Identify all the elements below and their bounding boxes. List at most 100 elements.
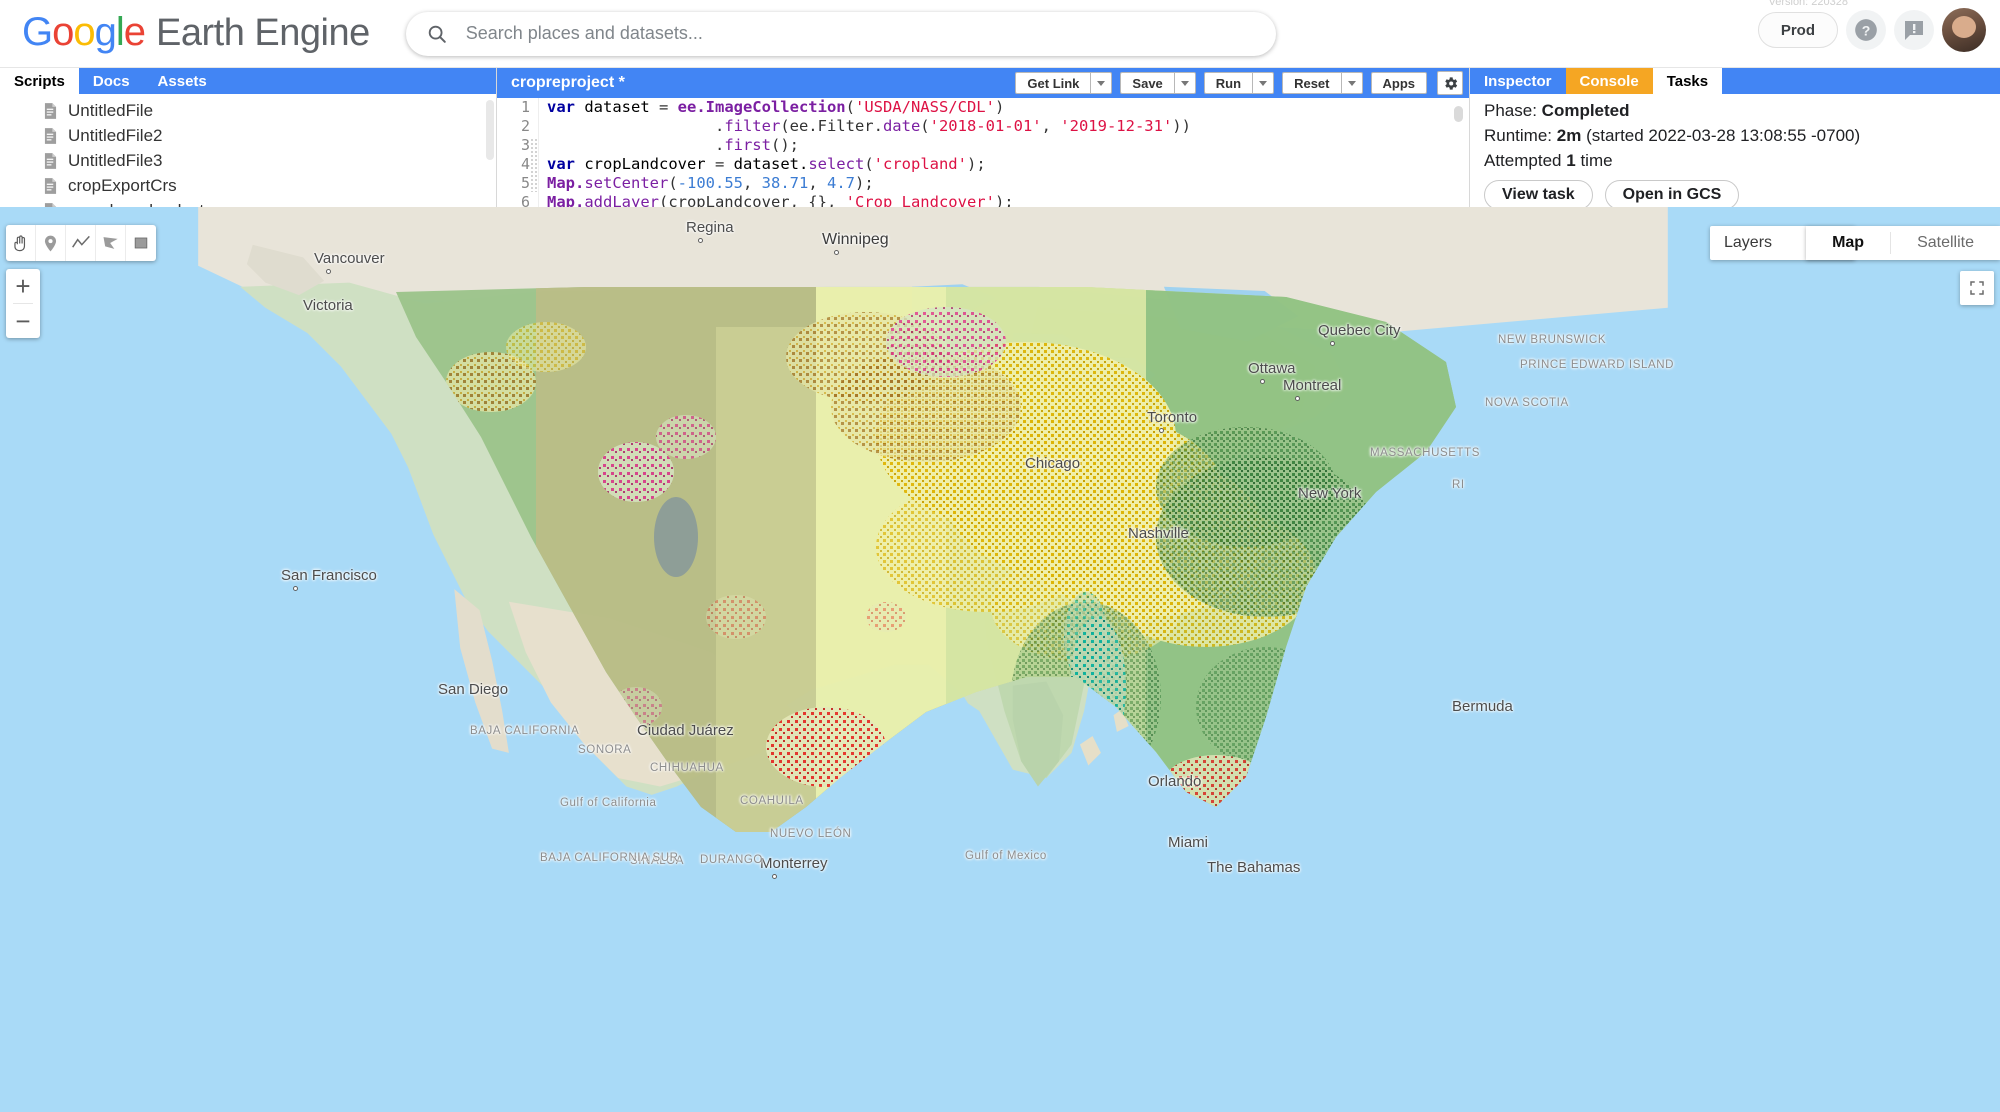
attempted-suffix: time <box>1580 151 1613 170</box>
code-toolbar: cropreproject * Get Link Save Run Reset Apps <box>497 68 1469 98</box>
map-region-label: NOVA SCOTIA <box>1485 397 1569 409</box>
rectangle-icon[interactable] <box>126 225 156 261</box>
right-panel-tab-inspector[interactable]: Inspector <box>1470 68 1566 94</box>
map-region-label: COAHUILA <box>740 795 804 807</box>
save-button[interactable]: Save <box>1120 72 1174 94</box>
file-icon <box>44 102 57 119</box>
attempted-prefix: Attempted <box>1484 151 1562 170</box>
script-item-label: UntitledFile <box>68 100 154 120</box>
code-token: ee.ImageCollection <box>677 98 846 116</box>
code-token: dataset. <box>733 155 809 173</box>
open-in-gcs-button[interactable]: Open in GCS <box>1604 180 1740 210</box>
google-logo-letter-1: o <box>52 10 74 54</box>
help-icon[interactable]: ? <box>1846 10 1886 50</box>
scripts-scrollbar[interactable] <box>486 100 494 160</box>
map-city-label: Ottawa <box>1248 360 1296 377</box>
map-city-label: Montreal <box>1283 377 1342 394</box>
zoom-in-button[interactable]: + <box>6 269 40 303</box>
code-token: ); <box>966 155 986 173</box>
avatar[interactable] <box>1942 8 1986 52</box>
basemap-satellite-button[interactable]: Satellite <box>1891 226 2000 260</box>
scripts-tab-assets[interactable]: Assets <box>144 68 221 94</box>
apps-button[interactable]: Apps <box>1370 72 1427 94</box>
code-line-4[interactable]: var cropLandcover = dataset.select('crop… <box>539 155 1469 174</box>
map-city-dot <box>326 269 331 274</box>
scripts-tab-scripts[interactable]: Scripts <box>0 68 79 94</box>
runtime-value: 2m <box>1556 126 1582 145</box>
attempted-count: 1 <box>1566 151 1576 170</box>
map-viewport[interactable]: Regina Winnipeg Vancouver Victoria Quebec Ci… <box>0 207 2000 1112</box>
view-task-button[interactable]: View task <box>1484 180 1593 210</box>
map-city-label: Bermuda <box>1452 698 1513 715</box>
code-token: dataset <box>584 98 659 116</box>
gear-icon[interactable] <box>1437 71 1463 95</box>
right-panel-tab-tasks[interactable]: Tasks <box>1652 68 1723 94</box>
runtime-label: Runtime: <box>1484 126 1553 145</box>
run-button[interactable]: Run <box>1203 72 1253 94</box>
map-city-label: Vancouver <box>314 250 385 267</box>
code-token: = <box>714 155 734 173</box>
version-label: Version: 220328 <box>1768 0 1848 8</box>
script-list-item[interactable]: UntitledFile <box>0 98 496 123</box>
get-link-dropdown-caret[interactable] <box>1090 72 1113 94</box>
code-drag-handle[interactable] <box>530 138 539 192</box>
feedback-icon[interactable] <box>1894 10 1934 50</box>
run-dropdown-caret[interactable] <box>1252 72 1275 94</box>
map-city-label: Victoria <box>303 297 353 314</box>
map-city-dot <box>1330 341 1335 346</box>
code-token: 'cropland' <box>873 155 967 173</box>
save-dropdown-caret[interactable] <box>1173 72 1196 94</box>
code-token: 'USDA/NASS/CDL' <box>854 98 995 116</box>
app-logo[interactable]: Google Earth Engine <box>22 12 370 55</box>
reset-button[interactable]: Reset <box>1282 72 1341 94</box>
google-logo-letter-0: G <box>22 10 53 54</box>
get-link-split-button[interactable]: Get Link <box>1015 72 1113 94</box>
zoom-out-button[interactable]: − <box>6 304 40 338</box>
polygon-icon[interactable] <box>96 225 126 261</box>
prod-environment-chip[interactable]: Prod <box>1757 12 1838 48</box>
script-item-label: UntitledFile3 <box>68 150 163 170</box>
file-icon <box>44 177 57 194</box>
code-toolbar-buttons: Get Link Save Run Reset Apps <box>1015 72 1435 94</box>
search-input[interactable] <box>465 23 1276 44</box>
file-icon <box>44 152 57 169</box>
map-region-label: PRINCE EDWARD ISLAND <box>1520 359 1675 371</box>
reset-dropdown-caret[interactable] <box>1340 72 1363 94</box>
code-token: '2018-01-01' <box>929 117 1042 135</box>
map-region-label: DURANGO <box>700 854 763 866</box>
code-token: (); <box>770 136 799 154</box>
save-split-button[interactable]: Save <box>1120 72 1196 94</box>
marker-pin-icon[interactable] <box>36 225 66 261</box>
script-list-item[interactable]: UntitledFile3 <box>0 148 496 173</box>
code-line-1[interactable]: var dataset = ee.ImageCollection('USDA/N… <box>539 98 1469 117</box>
fullscreen-icon[interactable] <box>1960 271 1994 305</box>
map-region-label: RI <box>1452 479 1465 491</box>
google-logo-letter-4: l <box>115 10 125 54</box>
map-region-label: BAJA CALIFORNIA <box>470 725 580 737</box>
code-token: , <box>1041 117 1061 135</box>
svg-text:?: ? <box>1862 22 1871 38</box>
code-line-2[interactable]: .filter(ee.Filter.date('2018-01-01', '20… <box>539 117 1469 136</box>
script-list-item[interactable]: UntitledFile2 <box>0 123 496 148</box>
pan-hand-icon[interactable] <box>6 225 36 261</box>
get-link-button[interactable]: Get Link <box>1015 72 1091 94</box>
scripts-tab-docs[interactable]: Docs <box>79 68 144 94</box>
code-line-3[interactable]: .first(); <box>539 136 1469 155</box>
earth-engine-app: Google Earth Engine Version: 220328 Prod… <box>0 0 2000 1112</box>
run-split-button[interactable]: Run <box>1203 72 1275 94</box>
code-token: ( <box>668 174 678 192</box>
basemap-map-button[interactable]: Map <box>1806 226 1890 260</box>
map-city-label: Chicago <box>1025 455 1081 472</box>
code-token: var <box>547 155 585 173</box>
script-item-label: cropExportCrs <box>68 175 177 195</box>
code-token: first <box>724 136 771 154</box>
script-title: cropreproject * <box>511 74 625 91</box>
search-bar[interactable] <box>405 11 1276 56</box>
right-panel-tab-console[interactable]: Console <box>1565 68 1653 94</box>
code-line-5[interactable]: Map.setCenter(-100.55, 38.71, 4.7); <box>539 174 1469 193</box>
reset-split-button[interactable]: Reset <box>1282 72 1363 94</box>
polyline-icon[interactable] <box>66 225 96 261</box>
script-list-item[interactable]: cropExportCrs <box>0 173 496 198</box>
map-city-label: Winnipeg <box>822 231 889 248</box>
map-region-label: MASSACHUSETTS <box>1370 447 1481 459</box>
